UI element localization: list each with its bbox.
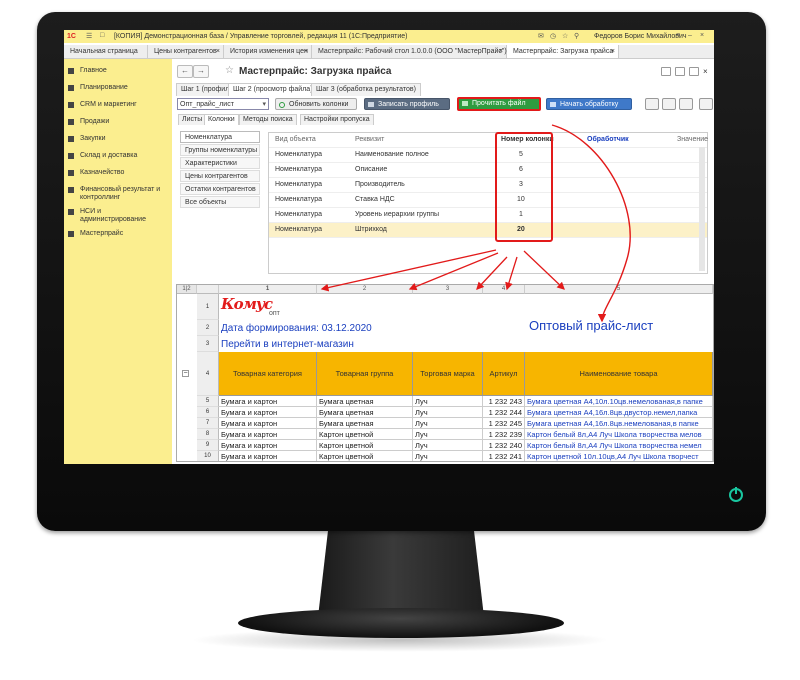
user-name[interactable]: Федоров Борис Михайлович [594,33,687,40]
window-title: [КОПИЯ] Демонстрационная база / Управлен… [113,33,408,40]
sidebar-item-label: Закупки [80,135,106,142]
sidebar-item-purchases[interactable]: Закупки [64,135,172,143]
screen: 1С ☰ □ [КОПИЯ] Демонстрационная база / У… [64,30,714,464]
sidebar-item-label: Главное [80,67,107,74]
close-icon[interactable]: × [700,32,704,39]
sidebar-item-label: Склад и доставка [80,152,138,159]
minimize-icon[interactable]: – [688,32,692,39]
monitor-stand-base [238,608,564,638]
sidebar-item-finance[interactable]: Финансовый результат и контроллинг [64,186,172,202]
tab-label: Мастерпрайс: Загрузка прайса [513,48,614,55]
close-tab-icon[interactable]: × [499,45,503,58]
sidebar-item-sales[interactable]: Продажи [64,118,172,126]
sidebar-item-crm[interactable]: CRM и маркетинг [64,101,172,109]
search-icon[interactable]: ⚲ [574,32,579,40]
sidebar-item-nsi[interactable]: НСИ и администрирование [64,208,172,224]
tag-icon [68,231,74,237]
tab-price-load[interactable]: Мастерпрайс: Загрузка прайса × [507,45,619,58]
home-icon [68,68,74,74]
bell-icon[interactable]: ✉ [538,32,544,40]
annotation-arrows [320,124,631,323]
app-logo: 1С [67,33,76,40]
arrow-col-1 [320,249,497,292]
close-tab-icon[interactable]: × [216,45,220,58]
sidebar-item-treasury[interactable]: Казначейство [64,169,172,177]
window-icon: □ [100,32,105,39]
close-tab-icon[interactable]: × [611,45,615,58]
sidebar-item-label: Казначейство [80,169,125,176]
sidebar-item-label: CRM и маркетинг [80,101,137,108]
window-titlebar: 1С ☰ □ [КОПИЯ] Демонстрационная база / У… [64,30,714,43]
arrow-col-3 [476,256,508,290]
arrow-read-file-to-title [551,124,631,323]
main-content: ← → ☆ Мастерпрайс: Загрузка прайса × Шаг… [172,59,714,464]
arrow-col-4 [505,256,518,291]
settings-icon[interactable]: ≡ [676,32,680,39]
sidebar-item-label: Продажи [80,118,110,125]
people-icon [68,102,74,108]
tab-label: Начальная страница [70,48,138,55]
cart-icon [68,119,74,125]
bag-icon [68,136,74,142]
money-icon [68,170,74,176]
sidebar-item-planning[interactable]: Планирование [64,84,172,92]
tab-prices[interactable]: Цены контрагентов × [148,45,224,58]
tab-label: Мастерпрайс: Рабочий стол 1.0.0.0 (ООО "… [318,48,507,55]
star-icon[interactable]: ☆ [562,32,568,40]
open-tabs-bar: Начальная страница Цены контрагентов × Ис… [64,45,714,59]
arrow-col-2 [408,252,499,291]
sidebar-item-main[interactable]: Главное [64,67,172,75]
sidebar-item-masterprice[interactable]: Мастерпрайс [64,230,172,238]
sidebar-item-label: Мастерпрайс [80,230,124,237]
tab-masterprice-desktop[interactable]: Мастерпрайс: Рабочий стол 1.0.0.0 (ООО "… [312,45,507,58]
menu-icon[interactable]: ☰ [86,32,92,40]
close-tab-icon[interactable]: × [304,45,308,58]
tab-home[interactable]: Начальная страница [64,45,148,58]
sidebar-item-warehouse[interactable]: Склад и доставка [64,152,172,160]
tab-label: История изменения цен [230,48,308,55]
monitor-stand-neck [318,531,484,617]
sidebar-item-label: Финансовый результат и контроллинг [80,186,161,201]
report-icon [68,187,74,193]
tab-price-history[interactable]: История изменения цен × [224,45,312,58]
arrow-col-5 [523,250,565,290]
power-icon[interactable] [729,487,743,502]
sidebar-item-label: Планирование [80,84,128,91]
sidebar: Главное Планирование CRM и маркетинг Про… [64,59,172,464]
tab-label: Цены контрагентов [154,48,217,55]
sidebar-item-label: НСИ и администрирование [80,208,146,223]
warehouse-icon [68,153,74,159]
chart-icon [68,85,74,91]
history-icon[interactable]: ◷ [550,32,556,40]
gear-icon [68,209,74,215]
